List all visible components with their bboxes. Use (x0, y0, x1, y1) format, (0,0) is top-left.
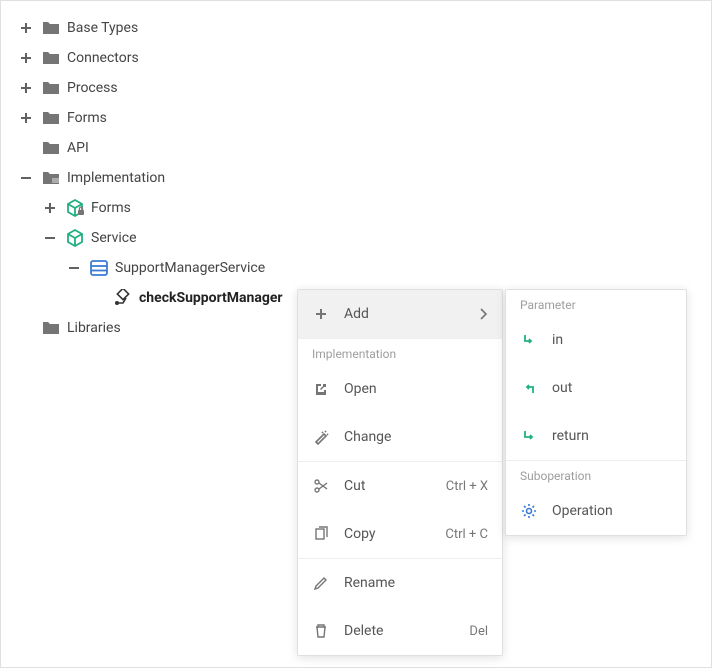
arrow-out-icon (520, 379, 538, 397)
menu-item-rename[interactable]: Rename (298, 559, 502, 607)
arrow-in-icon (520, 331, 538, 349)
folder-icon (41, 48, 61, 68)
folder-icon (41, 108, 61, 128)
folder-icon (41, 318, 61, 338)
open-icon (312, 380, 330, 398)
menu-label: return (552, 428, 672, 444)
package-lock-icon (65, 198, 85, 218)
menu-label: out (552, 380, 672, 396)
plus-icon (312, 305, 330, 323)
tree-item-impl-forms[interactable]: Forms (9, 193, 703, 223)
menu-item-copy[interactable]: Copy Ctrl + C (298, 510, 502, 558)
arrow-return-icon (520, 427, 538, 445)
submenu-item-in[interactable]: in (506, 316, 686, 364)
menu-label: Rename (344, 575, 488, 591)
menu-label: in (552, 332, 672, 348)
menu-label: Delete (344, 623, 455, 639)
cut-icon (312, 477, 330, 495)
collapse-icon[interactable] (41, 229, 59, 247)
copy-icon (312, 525, 330, 543)
menu-label: Change (344, 429, 488, 445)
pencil-icon (312, 574, 330, 592)
menu-label: Open (344, 381, 488, 397)
expand-icon[interactable] (41, 199, 59, 217)
menu-item-open[interactable]: Open (298, 365, 502, 413)
menu-item-delete[interactable]: Delete Del (298, 607, 502, 655)
tree-item-connectors[interactable]: Connectors (9, 43, 703, 73)
chevron-right-icon (480, 308, 488, 320)
trash-icon (312, 622, 330, 640)
tree-item-base-types[interactable]: Base Types (9, 13, 703, 43)
menu-label: Operation (552, 503, 672, 519)
tree-item-support-manager-service[interactable]: SupportManagerService (9, 253, 703, 283)
folder-icon (41, 138, 61, 158)
tree-label: API (67, 140, 89, 156)
expand-icon[interactable] (17, 19, 35, 37)
gear-icon (520, 502, 538, 520)
folder-icon (41, 18, 61, 38)
tree-item-service[interactable]: Service (9, 223, 703, 253)
menu-shortcut: Ctrl + X (446, 479, 488, 494)
tree-label: Service (91, 230, 137, 246)
menu-item-cut[interactable]: Cut Ctrl + X (298, 462, 502, 510)
tree-label: Base Types (67, 20, 138, 36)
menu-item-change[interactable]: Change (298, 413, 502, 461)
tree-label: Implementation (67, 170, 165, 186)
tree-label: Process (67, 80, 118, 96)
menu-label: Add (344, 306, 466, 322)
collapse-icon[interactable] (65, 259, 83, 277)
expand-icon[interactable] (17, 49, 35, 67)
expand-icon[interactable] (17, 79, 35, 97)
tree-label: Forms (67, 110, 107, 126)
tree-item-api[interactable]: API (9, 133, 703, 163)
folder-impl-icon (41, 168, 61, 188)
tree-label: Libraries (67, 320, 121, 336)
menu-label: Copy (344, 526, 431, 542)
tree-label: checkSupportManager (139, 290, 283, 306)
submenu-section-parameter: Parameter (506, 290, 686, 316)
submenu-section-suboperation: Suboperation (506, 460, 686, 487)
operation-icon (113, 288, 133, 308)
expand-icon[interactable] (17, 109, 35, 127)
menu-shortcut: Del (469, 624, 488, 639)
service-icon (89, 258, 109, 278)
package-icon (65, 228, 85, 248)
tree-item-forms[interactable]: Forms (9, 103, 703, 133)
add-submenu: Parameter in out return Suboperation Ope… (505, 289, 687, 536)
tree-label: SupportManagerService (115, 260, 265, 276)
tree-item-implementation[interactable]: Implementation (9, 163, 703, 193)
tree-item-process[interactable]: Process (9, 73, 703, 103)
menu-item-add[interactable]: Add (298, 290, 502, 338)
context-menu: Add Implementation Open Change Cut Ctrl … (297, 289, 503, 656)
submenu-item-out[interactable]: out (506, 364, 686, 412)
wand-icon (312, 428, 330, 446)
folder-icon (41, 78, 61, 98)
menu-shortcut: Ctrl + C (445, 527, 488, 542)
tree-panel: Base Types Connectors Process (0, 0, 712, 668)
menu-label: Cut (344, 478, 432, 494)
submenu-item-operation[interactable]: Operation (506, 487, 686, 535)
collapse-icon[interactable] (17, 169, 35, 187)
tree-label: Forms (91, 200, 131, 216)
menu-section-implementation: Implementation (298, 338, 502, 365)
submenu-item-return[interactable]: return (506, 412, 686, 460)
tree-label: Connectors (67, 50, 139, 66)
